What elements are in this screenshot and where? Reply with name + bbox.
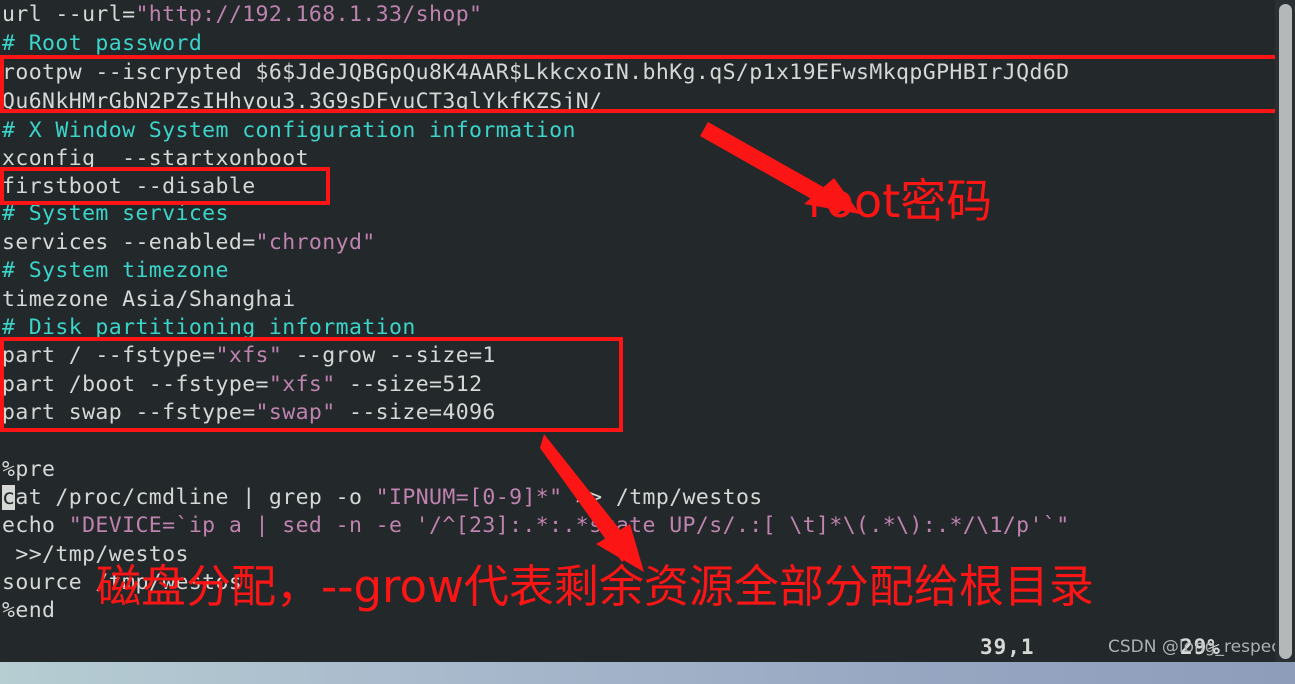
code-token: part / --fstype=	[2, 343, 216, 368]
desktop-background-strip	[0, 662, 1295, 684]
code-token: --size=512	[335, 372, 483, 397]
code-token: "http://192.168.1.33/shop"	[135, 2, 483, 27]
code-token: --grow --size=1	[282, 343, 496, 368]
code-token: "DEVICE=`ip a | sed -n -e '/^[23]:.*:.*s…	[68, 513, 1070, 538]
code-token: >>/tmp/westos	[2, 542, 189, 567]
vertical-scrollbar-thumb[interactable]	[1279, 4, 1292, 659]
code-token: at /proc/cmdline | grep -o	[15, 485, 376, 510]
editor-line: xconfig --startxonboot	[2, 144, 309, 173]
editor-line: url --url="http://192.168.1.33/shop"	[2, 0, 482, 29]
code-token: # System services	[2, 201, 229, 226]
code-token: %pre	[2, 457, 56, 482]
code-token: timezone Asia/Shanghai	[2, 287, 296, 312]
editor-line: # Disk partitioning information	[2, 313, 416, 342]
code-token: # X Window System configuration informat…	[2, 118, 576, 143]
editor-line: >>/tmp/westos	[2, 540, 189, 569]
editor-line: services --enabled="chronyd"	[2, 228, 376, 257]
editor-line: cat /proc/cmdline | grep -o "IPNUM=[0-9]…	[2, 483, 763, 512]
code-token: part swap --fstype=	[2, 400, 256, 425]
code-token: "IPNUM=[0-9]*"	[375, 485, 563, 510]
code-token: %end	[2, 598, 56, 623]
code-token: >> /tmp/westos	[562, 485, 763, 510]
code-token: # Disk partitioning information	[2, 315, 416, 340]
code-token: "xfs"	[215, 343, 283, 368]
editor-line: # X Window System configuration informat…	[2, 116, 576, 145]
text-cursor: c	[2, 485, 16, 510]
editor-line: # System timezone	[2, 256, 229, 285]
editor-line: Qu6NkHMrGbN2PZsIHhyou3.3G9sDFvuCT3glYkfK…	[2, 87, 602, 116]
editor-line: timezone Asia/Shanghai	[2, 285, 296, 314]
status-line: 39,1 29%	[0, 632, 1295, 662]
editor-line: # System services	[2, 199, 229, 228]
editor-line: firstboot --disable	[2, 172, 256, 201]
editor-line: part / --fstype="xfs" --grow --size=1	[2, 341, 496, 370]
code-token: part /boot --fstype=	[2, 372, 269, 397]
editor-line: %pre	[2, 455, 55, 484]
code-token: echo	[2, 513, 69, 538]
code-token: services --enabled=	[2, 230, 256, 255]
code-token: Qu6NkHMrGbN2PZsIHhyou3.3G9sDFvuCT3glYkfK…	[2, 89, 603, 114]
cursor-position-indicator: 39,1	[980, 635, 1035, 659]
code-token: "chronyd"	[255, 230, 376, 255]
code-token: # System timezone	[2, 258, 229, 283]
editor-line: # Root password	[2, 29, 202, 58]
editor-line: source /tmp/westos	[2, 568, 242, 597]
code-token: "xfs"	[268, 372, 336, 397]
code-token: rootpw --iscrypted $6$JdeJQBGpQu8K4AAR$L…	[2, 60, 1070, 85]
code-token: xconfig --startxonboot	[2, 146, 309, 171]
editor-line: part swap --fstype="swap" --size=4096	[2, 398, 496, 427]
code-token: # Root password	[2, 31, 203, 56]
code-token: url --url=	[2, 2, 136, 27]
code-token: --size=4096	[335, 400, 496, 425]
csdn-watermark: CSDN @long_respect	[1108, 637, 1288, 657]
code-token: "swap"	[255, 400, 336, 425]
vertical-scrollbar-track[interactable]	[1275, 0, 1295, 662]
code-token: firstboot --disable	[2, 174, 256, 199]
vim-terminal-window: url --url="http://192.168.1.33/shop" # Ro…	[0, 0, 1295, 684]
editor-line: part /boot --fstype="xfs" --size=512	[2, 370, 482, 399]
editor-text-area[interactable]: url --url="http://192.168.1.33/shop" # Ro…	[0, 0, 1275, 648]
code-token: source /tmp/westos	[2, 570, 243, 595]
editor-line: rootpw --iscrypted $6$JdeJQBGpQu8K4AAR$L…	[2, 58, 1070, 87]
editor-line: echo "DEVICE=`ip a | sed -n -e '/^[23]:.…	[2, 511, 1070, 540]
editor-line: %end	[2, 596, 55, 625]
